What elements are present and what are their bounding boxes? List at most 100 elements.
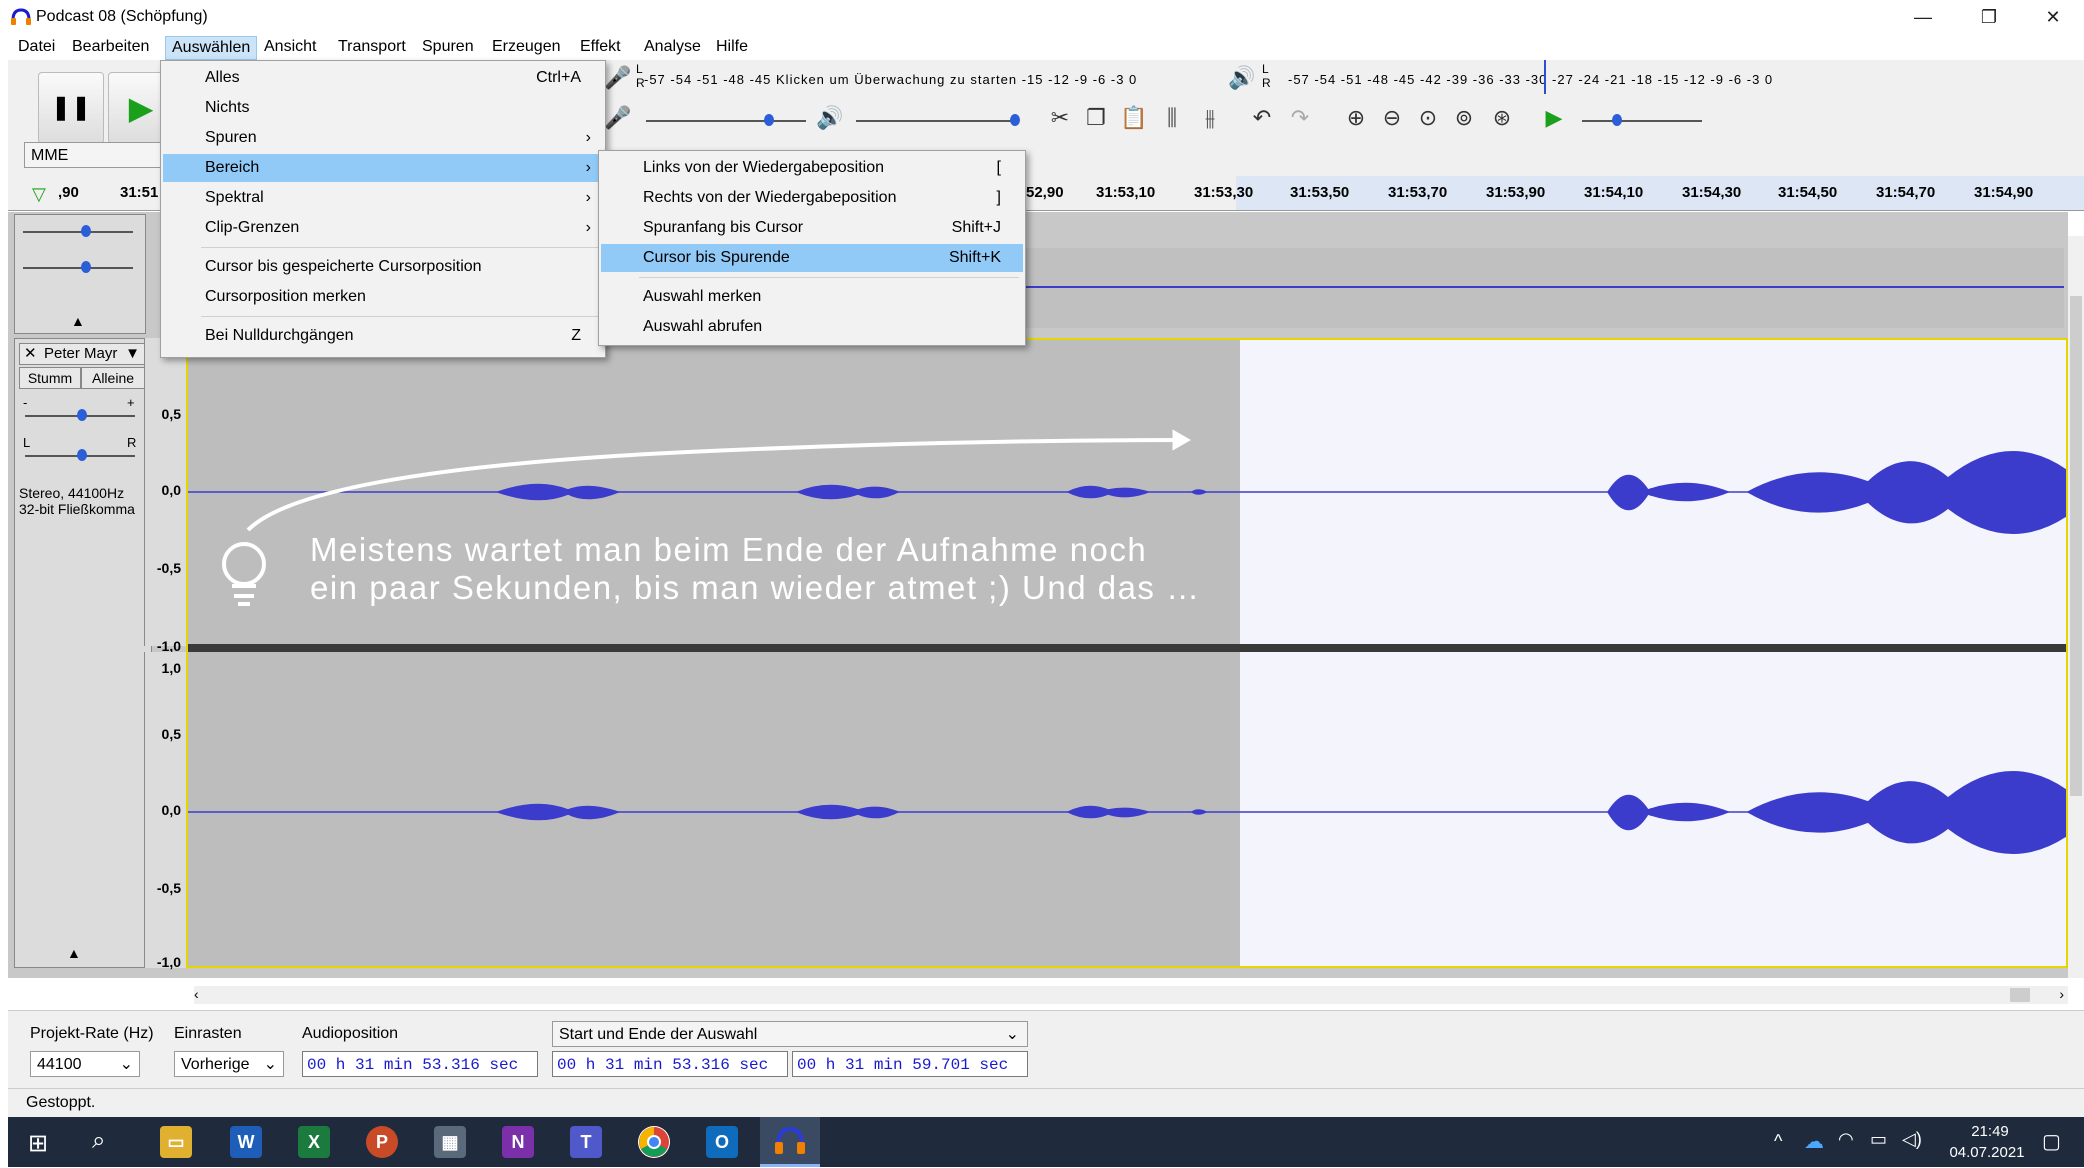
teams-icon[interactable]: T — [570, 1126, 602, 1158]
selection-start-field[interactable]: 00 h 31 min 53.316 sec — [552, 1051, 788, 1077]
play-speed-slider[interactable] — [1582, 120, 1702, 122]
menu-effekt[interactable]: Effekt — [574, 36, 627, 58]
selection-end-field[interactable]: 00 h 31 min 59.701 sec — [792, 1051, 1028, 1077]
file-explorer-icon[interactable]: ▭ — [160, 1126, 192, 1158]
menu-item-spuren[interactable]: Spuren › — [163, 124, 603, 152]
record-volume-thumb[interactable] — [764, 114, 774, 126]
pan-thumb[interactable] — [81, 261, 91, 273]
menu-item-nichts[interactable]: Nichts — [163, 94, 603, 122]
volume-icon[interactable]: ◁) — [1902, 1129, 1922, 1150]
menu-item-cursor-gespeichert[interactable]: Cursor bis gespeicherte Cursorposition — [163, 253, 603, 281]
play-at-speed-icon[interactable]: ▶ — [1538, 102, 1570, 134]
scroll-right-icon[interactable]: › — [2059, 986, 2064, 1002]
selection-mode-select[interactable]: Start und Ende der Auswahl ⌄ — [552, 1021, 1028, 1047]
menu-item-cursor-merken[interactable]: Cursorposition merken — [163, 283, 603, 311]
menu-analyse[interactable]: Analyse — [638, 36, 707, 58]
tray-chevron-up-icon[interactable]: ^ — [1774, 1131, 1782, 1152]
track-close-icon[interactable]: ✕ — [24, 344, 37, 364]
zoom-toggle-icon[interactable]: ⊛ — [1486, 102, 1518, 134]
horizontal-scroll-thumb[interactable] — [2010, 988, 2030, 1002]
minimize-button[interactable]: — — [1892, 0, 1954, 34]
menu-item-rechts-wiedergabe[interactable]: Rechts von der Wiedergabeposition] — [601, 184, 1023, 212]
vertical-scroll-thumb[interactable] — [2070, 296, 2082, 796]
waveform-area[interactable]: Meistens wartet man beim Ende der Aufnah… — [186, 338, 2068, 968]
record-meter-scale[interactable]: -57 -54 -51 -48 -45 Klicken um Überwachu… — [644, 72, 1137, 87]
chrome-icon[interactable] — [638, 1126, 670, 1158]
collapse-track-icon[interactable]: ▲ — [67, 945, 81, 961]
track-name[interactable]: Peter Mayr — [44, 344, 117, 364]
menu-item-auswahl-abrufen[interactable]: Auswahl abrufen — [601, 313, 1023, 341]
playback-volume-slider[interactable] — [856, 120, 1016, 122]
speaker-icon[interactable]: 🔊 — [1226, 62, 1258, 94]
menu-auswaehlen[interactable]: Auswählen — [165, 36, 258, 60]
menu-item-bereich[interactable]: Bereich › — [163, 154, 603, 182]
menu-item-spuranfang-cursor[interactable]: Spuranfang bis Cursor Shift+J — [601, 214, 1023, 242]
audacity-taskbar-button[interactable] — [760, 1117, 820, 1167]
excel-icon[interactable]: X — [298, 1126, 330, 1158]
play-head-icon[interactable]: ▽ — [32, 184, 46, 205]
paste-icon[interactable]: 📋 — [1118, 102, 1150, 134]
copy-icon[interactable]: ❐ — [1080, 102, 1112, 134]
audio-position-field[interactable]: 00 h 31 min 53.316 sec — [302, 1051, 538, 1077]
redo-icon[interactable]: ↷ — [1284, 102, 1316, 134]
playback-meter-scale[interactable]: -57 -54 -51 -48 -45 -42 -39 -36 -33 -30 … — [1288, 72, 1773, 87]
pan-thumb[interactable] — [77, 449, 87, 461]
gain-thumb[interactable] — [81, 225, 91, 237]
snap-select[interactable]: Vorherige ⌄ — [174, 1051, 284, 1077]
undo-icon[interactable]: ↶ — [1246, 102, 1278, 134]
word-icon[interactable]: W — [230, 1126, 262, 1158]
calculator-icon[interactable]: ▦ — [434, 1126, 466, 1158]
collapse-track-icon[interactable]: ▲ — [71, 313, 85, 329]
search-icon[interactable]: ⌕ — [92, 1127, 105, 1155]
gain-slider[interactable] — [23, 231, 133, 233]
menu-item-clip-grenzen[interactable]: Clip-Grenzen › — [163, 214, 603, 242]
silence-icon[interactable]: ⫵ — [1194, 102, 1226, 134]
record-volume-slider[interactable] — [646, 120, 806, 122]
menu-item-links-wiedergabe[interactable]: Links von der Wiedergabeposition[ — [601, 154, 1023, 182]
horizontal-scrollbar[interactable]: ‹ › — [194, 986, 2068, 1004]
clock-date[interactable]: 04.07.2021 — [1942, 1144, 2032, 1161]
mute-button[interactable]: Stumm — [19, 367, 81, 389]
cut-icon[interactable]: ✂ — [1044, 102, 1076, 134]
audio-host-select[interactable]: MME — [24, 142, 170, 168]
play-speed-thumb[interactable] — [1612, 114, 1622, 126]
menu-bearbeiten[interactable]: Bearbeiten — [66, 36, 155, 58]
microphone-icon[interactable]: 🎤 — [602, 62, 634, 94]
restore-button[interactable]: ❐ — [1958, 0, 2020, 34]
close-window-button[interactable]: ✕ — [2022, 0, 2084, 34]
menu-item-nulldurchgaenge[interactable]: Bei Nulldurchgängen Z — [163, 322, 603, 350]
menu-item-auswahl-merken[interactable]: Auswahl merken — [601, 283, 1023, 311]
notification-icon[interactable]: ▢ — [2042, 1129, 2061, 1154]
wifi-icon[interactable]: ◠ — [1838, 1129, 1854, 1150]
project-rate-select[interactable]: 44100 ⌄ — [30, 1051, 140, 1077]
menu-ansicht[interactable]: Ansicht — [258, 36, 322, 58]
fit-selection-icon[interactable]: ⊙ — [1412, 102, 1444, 134]
trim-icon[interactable]: ⫼ — [1156, 102, 1188, 134]
vertical-scrollbar[interactable] — [2068, 236, 2084, 978]
menu-item-spektral[interactable]: Spektral › — [163, 184, 603, 212]
battery-icon[interactable]: ▭ — [1870, 1129, 1887, 1150]
outlook-icon[interactable]: O — [706, 1126, 738, 1158]
menu-transport[interactable]: Transport — [332, 36, 412, 58]
track-name-bar[interactable]: ✕ Peter Mayr ▼ — [19, 343, 145, 365]
pan-slider[interactable] — [23, 267, 133, 269]
onenote-icon[interactable]: N — [502, 1126, 534, 1158]
fit-project-icon[interactable]: ⊚ — [1448, 102, 1480, 134]
menu-datei[interactable]: Datei — [12, 36, 61, 58]
pause-button[interactable]: ❚❚ — [38, 72, 104, 144]
powerpoint-icon[interactable]: P — [366, 1126, 398, 1158]
playback-volume-thumb[interactable] — [1010, 114, 1020, 126]
menu-item-alles[interactable]: Alles Ctrl+A — [163, 64, 603, 92]
scroll-left-icon[interactable]: ‹ — [194, 986, 199, 1002]
zoom-out-icon[interactable]: ⊖ — [1376, 102, 1408, 134]
onedrive-icon[interactable]: ☁ — [1804, 1129, 1824, 1154]
menu-spuren[interactable]: Spuren — [416, 36, 480, 58]
solo-button[interactable]: Alleine — [81, 367, 145, 389]
zoom-in-icon[interactable]: ⊕ — [1340, 102, 1372, 134]
gain-thumb[interactable] — [77, 409, 87, 421]
track-menu-chevron-icon[interactable]: ▼ — [125, 344, 140, 364]
menu-item-cursor-spurende[interactable]: Cursor bis Spurende Shift+K — [601, 244, 1023, 272]
clock-time[interactable]: 21:49 — [1952, 1123, 2028, 1140]
menu-erzeugen[interactable]: Erzeugen — [486, 36, 567, 58]
menu-hilfe[interactable]: Hilfe — [710, 36, 754, 58]
